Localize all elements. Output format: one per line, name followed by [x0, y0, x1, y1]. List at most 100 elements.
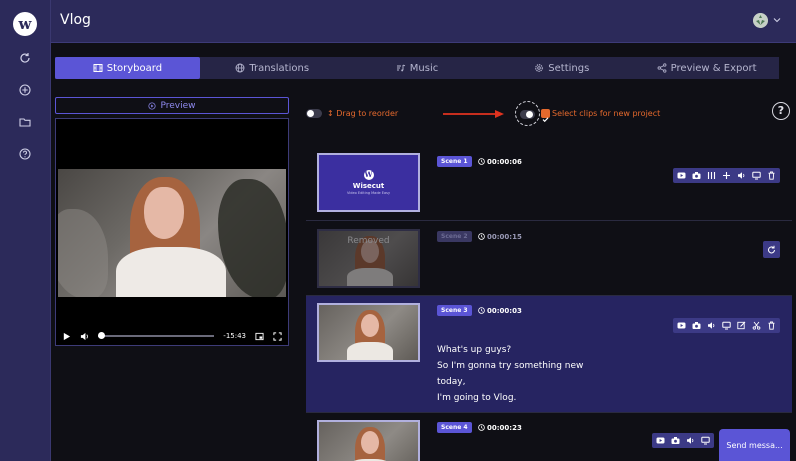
time-remaining: -15:43: [223, 332, 246, 340]
main-tabs: Storyboard Translations Music Settings P…: [55, 57, 779, 79]
scene-actions: [673, 318, 780, 333]
top-bar: Vlog: [51, 0, 796, 43]
volume-icon[interactable]: [707, 321, 716, 330]
duration-text: 00:00:15: [487, 232, 522, 241]
duration-text: 00:00:23: [487, 423, 522, 432]
picture-in-picture-icon[interactable]: [255, 332, 264, 341]
drag-reorder-label: ↕ Drag to reorder: [327, 109, 398, 118]
edit-icon[interactable]: [737, 321, 746, 330]
play-icon[interactable]: [62, 332, 71, 341]
help-circle-icon[interactable]: [15, 144, 35, 164]
duration-text: 00:00:06: [487, 157, 522, 166]
chevron-down-icon[interactable]: [772, 15, 782, 25]
monitor-icon[interactable]: [701, 436, 710, 445]
scene-actions: [673, 168, 780, 183]
preview-button[interactable]: Preview: [55, 97, 289, 114]
wisecut-thumb-logo: W: [363, 170, 374, 180]
clock-icon: [478, 307, 485, 314]
tab-translations[interactable]: Translations: [200, 57, 345, 79]
youtube-icon[interactable]: [677, 321, 686, 330]
seek-knob[interactable]: [98, 332, 105, 339]
camera-icon[interactable]: [692, 171, 701, 180]
music-icon: [396, 64, 405, 72]
tab-label: Storyboard: [106, 62, 163, 74]
clock-icon: [478, 233, 485, 240]
tab-music[interactable]: Music: [345, 57, 490, 79]
film-icon: [93, 64, 103, 72]
trash-icon[interactable]: [767, 321, 776, 330]
volume-icon[interactable]: [686, 436, 695, 445]
camera-icon[interactable]: [692, 321, 701, 330]
scene-thumbnail[interactable]: W Wisecut Video Editing Made Easy: [317, 153, 420, 212]
drag-arrows-icon: ↕: [327, 109, 337, 118]
scene-duration: 00:00:15: [478, 231, 522, 242]
tab-label: Settings: [548, 62, 590, 74]
monitor-icon[interactable]: [722, 321, 731, 330]
youtube-icon[interactable]: [677, 171, 686, 180]
seek-bar[interactable]: [98, 332, 215, 339]
app-window: w Vlog Storyboard Translations Music Set…: [0, 0, 796, 461]
scissors-icon[interactable]: [752, 321, 761, 330]
scene-badge: Scene 2: [437, 231, 472, 242]
split-icon[interactable]: [707, 171, 716, 180]
select-clips-label: Select clips for new project: [552, 109, 661, 118]
tab-storyboard[interactable]: Storyboard: [55, 57, 200, 79]
tab-label: Translations: [249, 62, 310, 74]
transcript-line[interactable]: today,: [437, 374, 583, 390]
transcript-line[interactable]: I'm going to Vlog.: [437, 390, 583, 406]
scene-thumbnail[interactable]: [317, 303, 420, 362]
avatar[interactable]: [753, 13, 768, 28]
monitor-icon[interactable]: [752, 171, 761, 180]
checkbox-icon[interactable]: [541, 109, 550, 123]
drag-reorder-toggle[interactable]: [306, 109, 322, 118]
removed-label: Removed: [347, 236, 390, 246]
plus-circle-icon[interactable]: [15, 80, 35, 100]
scene-row[interactable]: Removed Scene 2 00:00:15: [306, 221, 792, 296]
help-button[interactable]: ?: [772, 102, 790, 120]
video-frame: [58, 169, 286, 297]
scene-badge: Scene 1: [437, 156, 472, 167]
wisecut-thumb-tagline: Video Editing Made Easy: [346, 191, 391, 195]
drag-label-text: Drag to reorder: [336, 109, 399, 118]
gear-icon: [535, 64, 544, 72]
trash-icon[interactable]: [767, 171, 776, 180]
volume-icon[interactable]: [80, 332, 89, 341]
scene-actions: [652, 433, 714, 448]
transcript-line[interactable]: What's up guys?: [437, 342, 583, 358]
trim-icon[interactable]: [722, 171, 731, 180]
scene-duration: 00:00:23: [478, 422, 522, 433]
tab-settings[interactable]: Settings: [489, 57, 634, 79]
scene-thumbnail[interactable]: [317, 420, 420, 461]
youtube-icon[interactable]: [656, 436, 665, 445]
clock-icon: [478, 158, 485, 165]
play-circle-icon: [148, 101, 157, 110]
folder-icon[interactable]: [15, 112, 35, 132]
duration-text: 00:00:03: [487, 306, 522, 315]
player-controls: -15:43: [56, 327, 288, 345]
scene-duration: 00:00:06: [478, 156, 522, 167]
restore-scene-button[interactable]: [763, 241, 780, 258]
clock-icon: [478, 424, 485, 431]
scene-row[interactable]: Scene 3 00:00:03 What's up guys? So I'm …: [306, 296, 792, 413]
preview-button-label: Preview: [160, 100, 196, 111]
wisecut-thumb-name: Wisecut: [352, 182, 385, 190]
refresh-icon[interactable]: [15, 48, 35, 68]
select-clips-toggle[interactable]: [520, 110, 535, 119]
scene-badge: Scene 4: [437, 422, 472, 433]
scene-row[interactable]: W Wisecut Video Editing Made Easy Scene …: [306, 140, 792, 221]
fullscreen-icon[interactable]: [273, 331, 282, 341]
left-rail: w: [0, 0, 51, 461]
volume-icon[interactable]: [737, 171, 746, 180]
scene-thumbnail[interactable]: Removed: [317, 229, 420, 288]
tab-preview-export[interactable]: Preview & Export: [634, 57, 779, 79]
scene-transcript[interactable]: What's up guys? So I'm gonna try somethi…: [437, 342, 583, 406]
video-player[interactable]: -15:43: [55, 118, 289, 346]
wisecut-logo[interactable]: w: [13, 12, 37, 36]
send-message-button[interactable]: Send messa...: [719, 429, 790, 461]
globe-icon: [235, 63, 245, 73]
scene-list: W Wisecut Video Editing Made Easy Scene …: [306, 140, 792, 461]
transcript-line[interactable]: So I'm gonna try something new: [437, 358, 583, 374]
tab-label: Preview & Export: [670, 62, 757, 74]
arrow-right-icon: [443, 110, 504, 118]
camera-icon[interactable]: [671, 436, 680, 445]
